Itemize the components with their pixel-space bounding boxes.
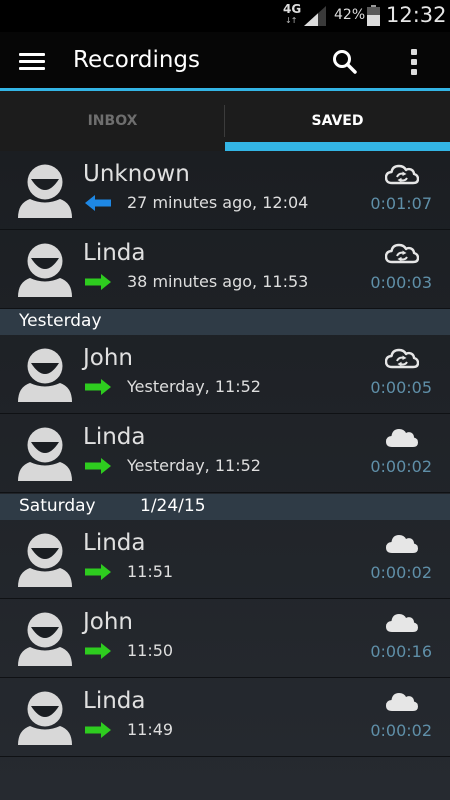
- call-duration: 0:01:07: [370, 194, 432, 213]
- cloud-icon[interactable]: [385, 532, 419, 554]
- outgoing-call-icon: [85, 274, 111, 290]
- section-header: Yesterday: [0, 309, 450, 335]
- outgoing-call-icon: [85, 643, 111, 659]
- action-bar: [0, 32, 450, 90]
- search-icon[interactable]: [332, 49, 358, 75]
- contact-name: Unknown: [83, 161, 190, 187]
- clock: 12:32: [386, 3, 447, 27]
- contact-name: Linda: [83, 688, 146, 714]
- avatar-icon: [18, 691, 72, 745]
- status-bar: 4G ↓↑ 42% 12:32: [0, 0, 450, 32]
- battery-icon: [367, 5, 380, 26]
- avatar-icon: [18, 164, 72, 218]
- tab-bar: INBOX SAVED: [0, 91, 450, 151]
- tab-inbox[interactable]: INBOX: [0, 91, 225, 151]
- call-time: Yesterday, 11:52: [127, 377, 261, 396]
- page-title: Recordings: [73, 47, 201, 73]
- call-duration: 0:00:05: [370, 378, 432, 397]
- call-duration: 0:00:16: [370, 642, 432, 661]
- contact-name: Linda: [83, 424, 146, 450]
- contact-name: Linda: [83, 240, 146, 266]
- network-type: 4G: [283, 2, 302, 16]
- contact-name: John: [83, 609, 134, 635]
- contact-name: John: [83, 345, 134, 371]
- outgoing-call-icon: [85, 458, 111, 474]
- menu-icon[interactable]: [19, 53, 45, 71]
- avatar-icon: [18, 243, 72, 297]
- cloud-sync-icon[interactable]: [385, 163, 419, 185]
- call-duration: 0:00:02: [370, 563, 432, 582]
- call-time: 27 minutes ago, 12:04: [127, 193, 309, 212]
- section-date: 1/24/15: [140, 496, 206, 516]
- outgoing-call-icon: [85, 379, 111, 395]
- section-label: Saturday: [19, 496, 96, 516]
- list-item[interactable]: Unknown 27 minutes ago, 12:04 0:01:07: [0, 151, 450, 230]
- battery-percent: 42%: [334, 7, 366, 23]
- call-time: 11:49: [127, 720, 174, 739]
- outgoing-call-icon: [85, 564, 111, 580]
- list-item[interactable]: Linda Yesterday, 11:52 0:00:02: [0, 414, 450, 493]
- call-time: Yesterday, 11:52: [127, 456, 261, 475]
- list-item[interactable]: Linda 11:49 0:00:02: [0, 678, 450, 757]
- data-activity-icon: ↓↑: [285, 16, 297, 25]
- section-header: Saturday 1/24/15: [0, 494, 450, 520]
- tab-selected-indicator: [225, 142, 450, 151]
- avatar-icon: [18, 427, 72, 481]
- call-time: 11:50: [127, 641, 174, 660]
- list-item[interactable]: John Yesterday, 11:52 0:00:05: [0, 335, 450, 414]
- recordings-list[interactable]: Unknown 27 minutes ago, 12:04 0:01:07 Li…: [0, 151, 450, 800]
- contact-name: Linda: [83, 530, 146, 556]
- call-duration: 0:00:02: [370, 457, 432, 476]
- call-duration: 0:00:03: [370, 273, 432, 292]
- cloud-icon[interactable]: [385, 426, 419, 448]
- call-duration: 0:00:02: [370, 721, 432, 740]
- call-time: 11:51: [127, 562, 174, 581]
- avatar-icon: [18, 348, 72, 402]
- incoming-call-icon: [85, 195, 111, 211]
- cloud-sync-icon[interactable]: [385, 242, 419, 264]
- cloud-icon[interactable]: [385, 690, 419, 712]
- outgoing-call-icon: [85, 722, 111, 738]
- cloud-sync-icon[interactable]: [385, 347, 419, 369]
- signal-icon: [304, 6, 326, 26]
- list-item[interactable]: John 11:50 0:00:16: [0, 599, 450, 678]
- list-item[interactable]: Linda 11:51 0:00:02: [0, 520, 450, 599]
- section-label: Yesterday: [19, 311, 102, 331]
- avatar-icon: [18, 612, 72, 666]
- avatar-icon: [18, 533, 72, 587]
- list-item[interactable]: Linda 38 minutes ago, 11:53 0:00:03: [0, 230, 450, 309]
- overflow-menu-icon[interactable]: [411, 49, 417, 75]
- call-time: 38 minutes ago, 11:53: [127, 272, 309, 291]
- cloud-icon[interactable]: [385, 611, 419, 633]
